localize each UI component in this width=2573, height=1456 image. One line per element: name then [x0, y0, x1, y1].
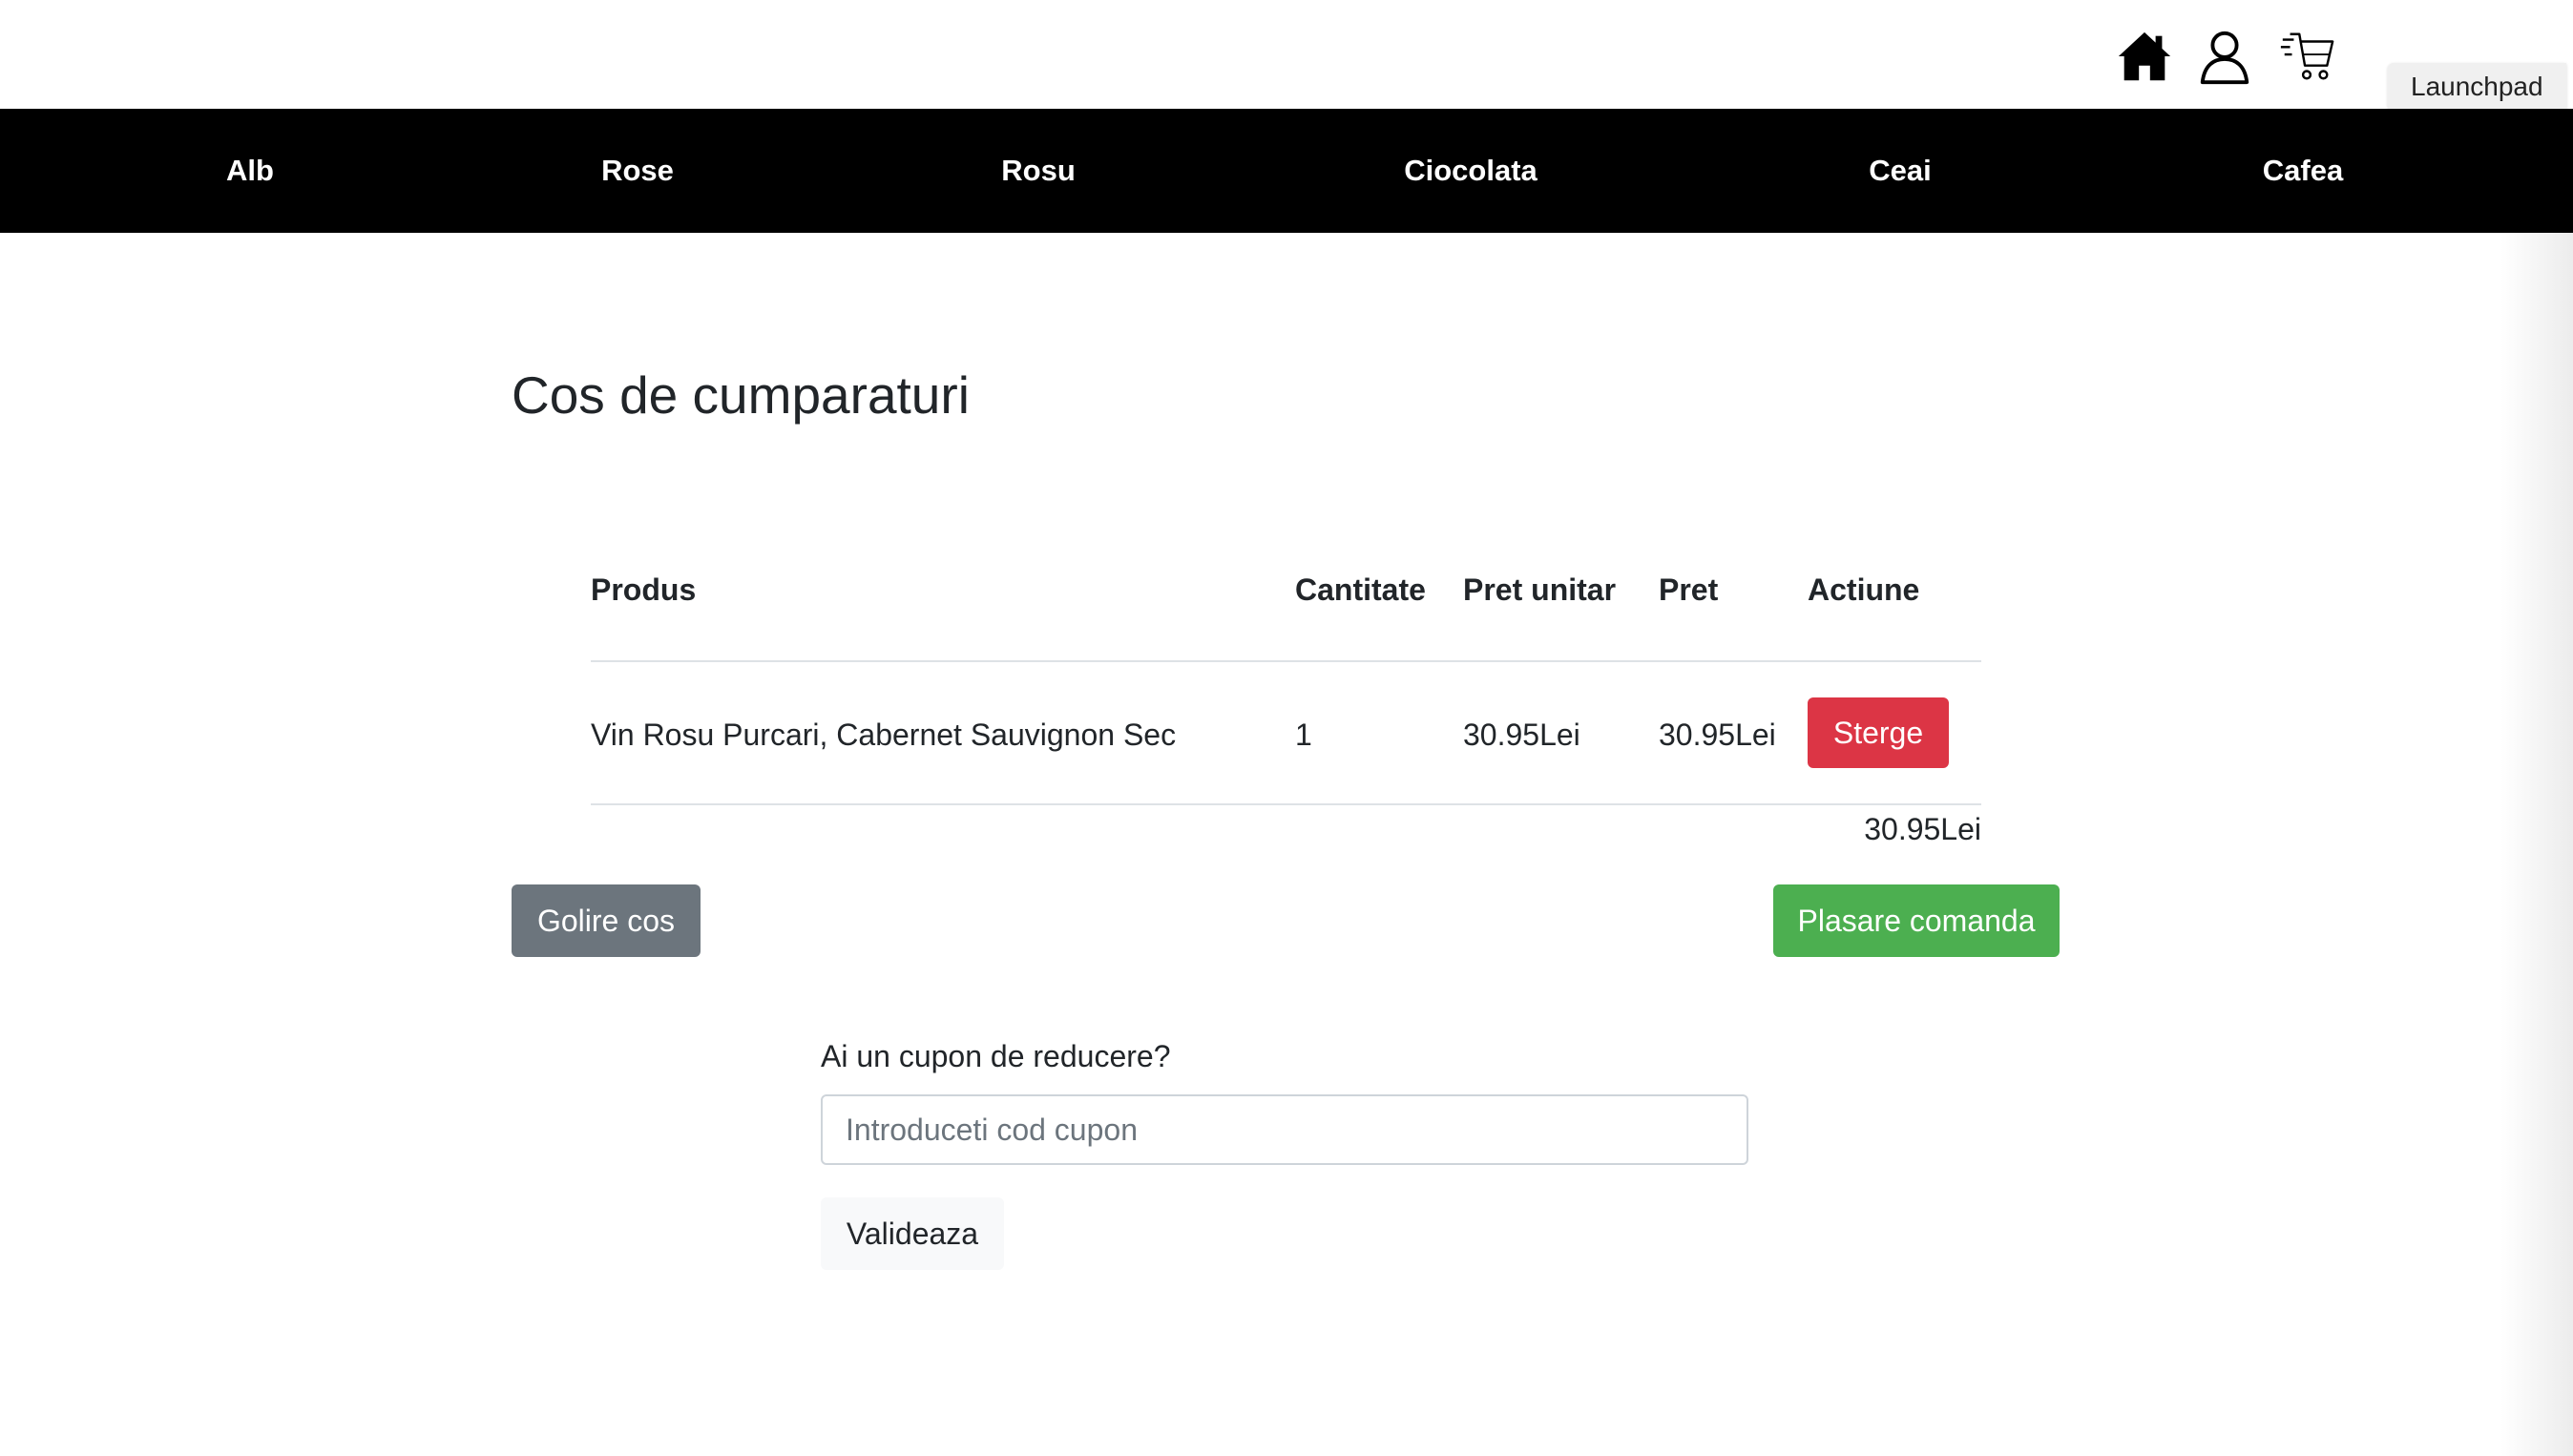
- window-edge-shadow: [2500, 233, 2573, 1456]
- nav-item-rosu[interactable]: Rosu: [1001, 109, 1076, 233]
- column-header-quantity: Cantitate: [1295, 572, 1426, 607]
- category-nav: Alb Rose Rosu Ciocolata Ceai Cafea: [0, 109, 2573, 233]
- nav-item-rose[interactable]: Rose: [601, 109, 674, 233]
- column-header-product: Produs: [591, 572, 697, 607]
- cell-quantity: 1: [1295, 718, 1312, 752]
- cell-unit-price: 30.95Lei: [1463, 718, 1580, 752]
- nav-item-ceai[interactable]: Ceai: [1869, 109, 1931, 233]
- page-title: Cos de cumparaturi: [512, 365, 970, 425]
- delete-item-button[interactable]: Sterge: [1808, 697, 1949, 768]
- cell-product: Vin Rosu Purcari, Cabernet Sauvignon Sec: [591, 718, 1177, 752]
- nav-item-alb[interactable]: Alb: [226, 109, 274, 233]
- validate-coupon-button[interactable]: Valideaza: [821, 1197, 1004, 1270]
- coupon-label: Ai un cupon de reducere?: [821, 1039, 1171, 1073]
- cell-price: 30.95Lei: [1659, 718, 1776, 752]
- table-row-divider: [591, 803, 1981, 805]
- home-icon[interactable]: [2115, 27, 2174, 86]
- column-header-action: Actiune: [1808, 572, 1920, 607]
- user-icon[interactable]: [2195, 27, 2254, 86]
- table-header-divider: [591, 660, 1981, 662]
- launchpad-tooltip[interactable]: Launchpad: [2388, 63, 2566, 111]
- cart-total: 30.95Lei: [1864, 812, 1981, 846]
- nav-item-cafea[interactable]: Cafea: [2263, 109, 2343, 233]
- column-header-unit-price: Pret unitar: [1463, 572, 1617, 607]
- place-order-button[interactable]: Plasare comanda: [1773, 884, 2060, 957]
- cart-icon[interactable]: [2277, 27, 2336, 86]
- column-header-price: Pret: [1659, 572, 1719, 607]
- top-bar: Launchpad: [0, 0, 2573, 111]
- clear-cart-button[interactable]: Golire cos: [512, 884, 701, 957]
- nav-item-ciocolata[interactable]: Ciocolata: [1404, 109, 1538, 233]
- coupon-input[interactable]: [821, 1094, 1748, 1165]
